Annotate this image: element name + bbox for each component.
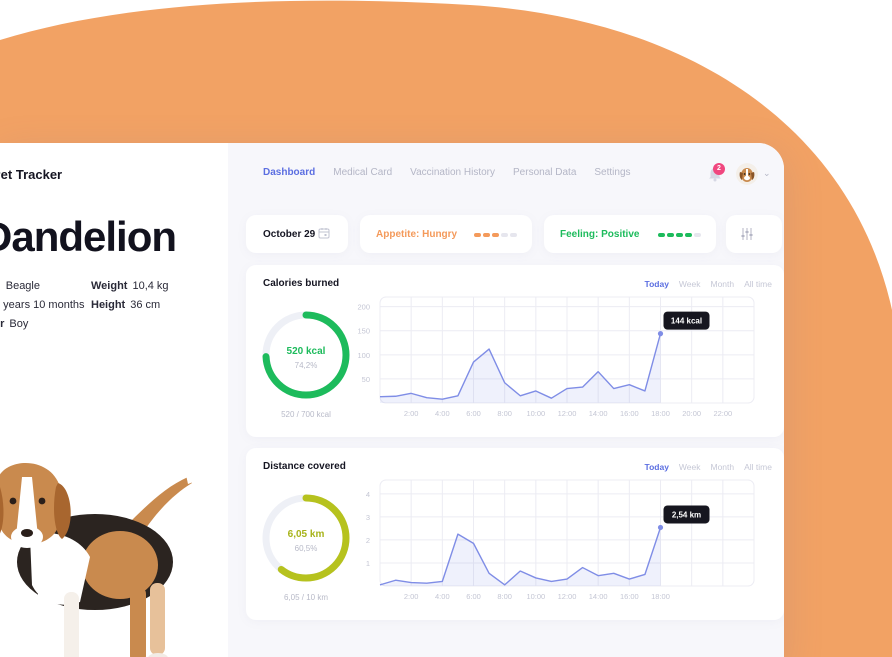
nav-vaccination-history[interactable]: Vaccination History bbox=[410, 167, 495, 178]
calories-period-tabs: Today Week Month All time bbox=[645, 279, 772, 289]
appetite-level-segment bbox=[501, 233, 508, 237]
x-tick-label: 14:00 bbox=[589, 409, 608, 418]
appetite-label: Appetite: Hungry bbox=[376, 229, 458, 240]
calories-title: Calories burned bbox=[263, 278, 340, 289]
top-nav: Dashboard Medical Card Vaccination Histo… bbox=[263, 167, 631, 178]
distance-ring-percent: 60,5% bbox=[294, 544, 318, 553]
sliders-icon bbox=[741, 228, 753, 240]
feeling-level-segment bbox=[667, 233, 674, 237]
calories-panel: Calories burned Today Week Month All tim… bbox=[246, 265, 784, 437]
x-tick-label: 12:00 bbox=[558, 409, 577, 418]
dashboard-pane: Dashboard Medical Card Vaccination Histo… bbox=[228, 143, 784, 657]
y-tick-label: 2 bbox=[366, 536, 370, 545]
appetite-level-segment bbox=[492, 233, 499, 237]
feeling-level-segment bbox=[685, 233, 692, 237]
tab-month[interactable]: Month bbox=[711, 279, 735, 289]
feeling-level-segment bbox=[676, 233, 683, 237]
x-tick-label: 20:00 bbox=[682, 409, 701, 418]
x-tick-label: 4:00 bbox=[435, 409, 450, 418]
y-tick-label: 3 bbox=[366, 513, 370, 522]
calories-ring-value: 520 kcal bbox=[286, 346, 326, 357]
x-tick-label: 8:00 bbox=[497, 409, 512, 418]
calendar-icon[interactable] bbox=[318, 227, 330, 239]
y-tick-label: 100 bbox=[357, 351, 370, 360]
x-tick-label: 6:00 bbox=[466, 409, 481, 418]
calories-ring-percent: 74,2% bbox=[294, 361, 318, 370]
x-tick-label: 22:00 bbox=[713, 409, 732, 418]
x-tick-label: 6:00 bbox=[466, 592, 481, 601]
y-tick-label: 4 bbox=[366, 490, 370, 499]
calories-summary: 520 / 700 kcal bbox=[281, 410, 331, 419]
x-tick-label: 10:00 bbox=[526, 409, 545, 418]
appetite-level-segment bbox=[510, 233, 517, 237]
feeling-level-segment bbox=[658, 233, 665, 237]
date-picker[interactable]: October 29 bbox=[246, 215, 348, 253]
nav-medical-card[interactable]: Medical Card bbox=[333, 167, 392, 178]
x-tick-label: 10:00 bbox=[526, 592, 545, 601]
y-tick-label: 50 bbox=[362, 375, 370, 384]
x-tick-label: 14:00 bbox=[589, 592, 608, 601]
x-tick-label: 8:00 bbox=[497, 592, 512, 601]
y-tick-label: 1 bbox=[366, 559, 370, 568]
app-window: Pet Tracker Dandelion dBeagle 2 years 10… bbox=[0, 143, 784, 657]
nav-dashboard[interactable]: Dashboard bbox=[263, 167, 315, 178]
distance-ring-value: 6,05 km bbox=[287, 529, 325, 540]
y-tick-label: 200 bbox=[357, 303, 370, 312]
x-tick-label: 4:00 bbox=[435, 592, 450, 601]
pet-name: Dandelion bbox=[0, 213, 177, 260]
tooltip-label: 2,54 km bbox=[672, 510, 701, 519]
calories-chart: 50 100 150 200 2:00 4:00 6:00 8:00 10:00 12:00 14:… bbox=[357, 296, 755, 418]
x-tick-label: 16:00 bbox=[620, 592, 639, 601]
nav-settings[interactable]: Settings bbox=[594, 167, 630, 178]
distance-period-tabs: Today Week Month All time bbox=[645, 462, 772, 472]
tab-all-time[interactable]: All time bbox=[744, 279, 772, 289]
fact-height: Height 36 cm bbox=[91, 299, 161, 311]
fact-age: 2 years 10 months bbox=[0, 299, 85, 311]
brand-name: Pet Tracker bbox=[0, 167, 63, 182]
appetite-level bbox=[474, 233, 517, 237]
beagle-photo bbox=[0, 463, 197, 657]
x-tick-label: 18:00 bbox=[651, 409, 670, 418]
appetite-card[interactable]: Appetite: Hungry bbox=[360, 215, 532, 253]
tab-all-time[interactable]: All time bbox=[744, 462, 772, 472]
x-tick-label: 16:00 bbox=[620, 409, 639, 418]
y-tick-label: 150 bbox=[357, 327, 370, 336]
fact-breed: dBeagle bbox=[0, 280, 40, 292]
last-point bbox=[657, 524, 664, 531]
appetite-level-segment bbox=[474, 233, 481, 237]
feeling-level-segment bbox=[694, 233, 701, 237]
tab-month[interactable]: Month bbox=[711, 462, 735, 472]
last-point bbox=[657, 331, 664, 337]
tooltip-label: 144 kcal bbox=[671, 317, 702, 326]
x-tick-label: 12:00 bbox=[558, 592, 577, 601]
chevron-down-icon[interactable]: ⌄ bbox=[763, 168, 771, 179]
x-tick-label: 2:00 bbox=[404, 592, 419, 601]
tab-today[interactable]: Today bbox=[645, 279, 669, 289]
fact-gender: erBoy bbox=[0, 318, 29, 330]
distance-panel: Distance covered Today Week Month All ti… bbox=[246, 448, 784, 620]
filter-button[interactable] bbox=[726, 215, 782, 253]
date-label: October 29 bbox=[263, 229, 316, 240]
distance-title: Distance covered bbox=[263, 461, 346, 472]
feeling-card[interactable]: Feeling: Positive bbox=[544, 215, 716, 253]
notification-badge: 2 bbox=[713, 163, 725, 175]
x-tick-label: 2:00 bbox=[404, 409, 419, 418]
tab-week[interactable]: Week bbox=[679, 279, 701, 289]
appetite-level-segment bbox=[483, 233, 490, 237]
feeling-label: Feeling: Positive bbox=[560, 229, 640, 240]
fact-weight: Weight 10,4 kg bbox=[91, 280, 169, 292]
tab-week[interactable]: Week bbox=[679, 462, 701, 472]
tab-today[interactable]: Today bbox=[645, 462, 669, 472]
avatar[interactable] bbox=[736, 163, 758, 185]
nav-personal-data[interactable]: Personal Data bbox=[513, 167, 576, 178]
distance-chart: 1 2 3 4 2:00 4:00 6:00 8:00 10:00 12:00 14:00 16:00… bbox=[366, 479, 755, 601]
distance-summary: 6,05 / 10 km bbox=[283, 593, 329, 602]
x-tick-label: 18:00 bbox=[651, 592, 670, 601]
feeling-level bbox=[658, 233, 701, 237]
